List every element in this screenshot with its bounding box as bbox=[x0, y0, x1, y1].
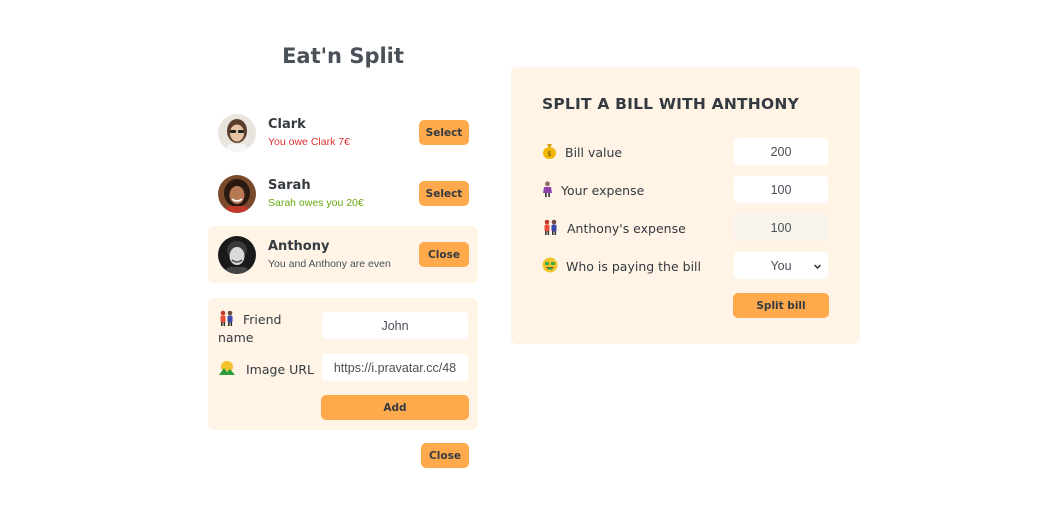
person-icon bbox=[542, 181, 553, 200]
close-form-button[interactable]: Close bbox=[421, 443, 469, 468]
friend-balance: You and Anthony are even bbox=[268, 258, 391, 270]
your-expense-label: Your expense bbox=[542, 181, 644, 200]
avatar bbox=[218, 113, 256, 152]
payer-label: Who is paying the bill bbox=[542, 257, 701, 276]
friend-name: Clark bbox=[268, 117, 306, 132]
image-url-label: Image URL bbox=[218, 360, 314, 380]
split-bill-form: SPLIT A BILL WITH ANTHONY $ Bill value Y… bbox=[511, 67, 860, 344]
avatar bbox=[218, 174, 256, 213]
friend-expense-label: Anthony's expense bbox=[542, 219, 686, 238]
avatar bbox=[218, 235, 256, 274]
add-friend-button[interactable]: Add bbox=[321, 395, 469, 420]
friend-name-label: Friend name bbox=[218, 310, 282, 345]
svg-text:$: $ bbox=[547, 150, 551, 158]
payer-select[interactable]: You bbox=[734, 252, 828, 279]
money-bag-icon: $ bbox=[542, 143, 557, 162]
image-url-input[interactable] bbox=[322, 354, 468, 381]
select-friend-button[interactable]: Select bbox=[419, 181, 469, 206]
split-bill-button[interactable]: Split bill bbox=[733, 293, 829, 318]
chevron-down-icon bbox=[813, 260, 822, 274]
friend-name-input[interactable] bbox=[322, 312, 468, 339]
friend-balance: You owe Clark 7€ bbox=[268, 136, 350, 148]
friend-name: Anthony bbox=[268, 239, 330, 254]
your-expense-input[interactable] bbox=[734, 176, 828, 203]
friend-item-anthony: Anthony You and Anthony are even Close bbox=[208, 226, 478, 283]
bill-value-input[interactable] bbox=[734, 138, 828, 165]
image-icon bbox=[218, 360, 236, 380]
close-friend-button[interactable]: Close bbox=[419, 242, 469, 267]
friend-expense-input bbox=[734, 214, 828, 241]
add-friend-form: Friend name Image URL Add bbox=[208, 298, 478, 430]
friend-name: Sarah bbox=[268, 178, 311, 193]
couple-icon bbox=[542, 219, 559, 238]
split-heading: SPLIT A BILL WITH ANTHONY bbox=[542, 95, 799, 113]
friend-item-clark: Clark You owe Clark 7€ Select bbox=[208, 104, 478, 161]
money-face-icon bbox=[542, 257, 558, 276]
select-friend-button[interactable]: Select bbox=[419, 120, 469, 145]
friends-list: Clark You owe Clark 7€ Select Sarah Sara… bbox=[208, 104, 478, 287]
couple-icon bbox=[218, 310, 235, 330]
app-title: Eat'n Split bbox=[282, 44, 404, 68]
bill-value-label: $ Bill value bbox=[542, 143, 622, 162]
friend-balance: Sarah owes you 20€ bbox=[268, 197, 364, 209]
friend-item-sarah: Sarah Sarah owes you 20€ Select bbox=[208, 165, 478, 222]
